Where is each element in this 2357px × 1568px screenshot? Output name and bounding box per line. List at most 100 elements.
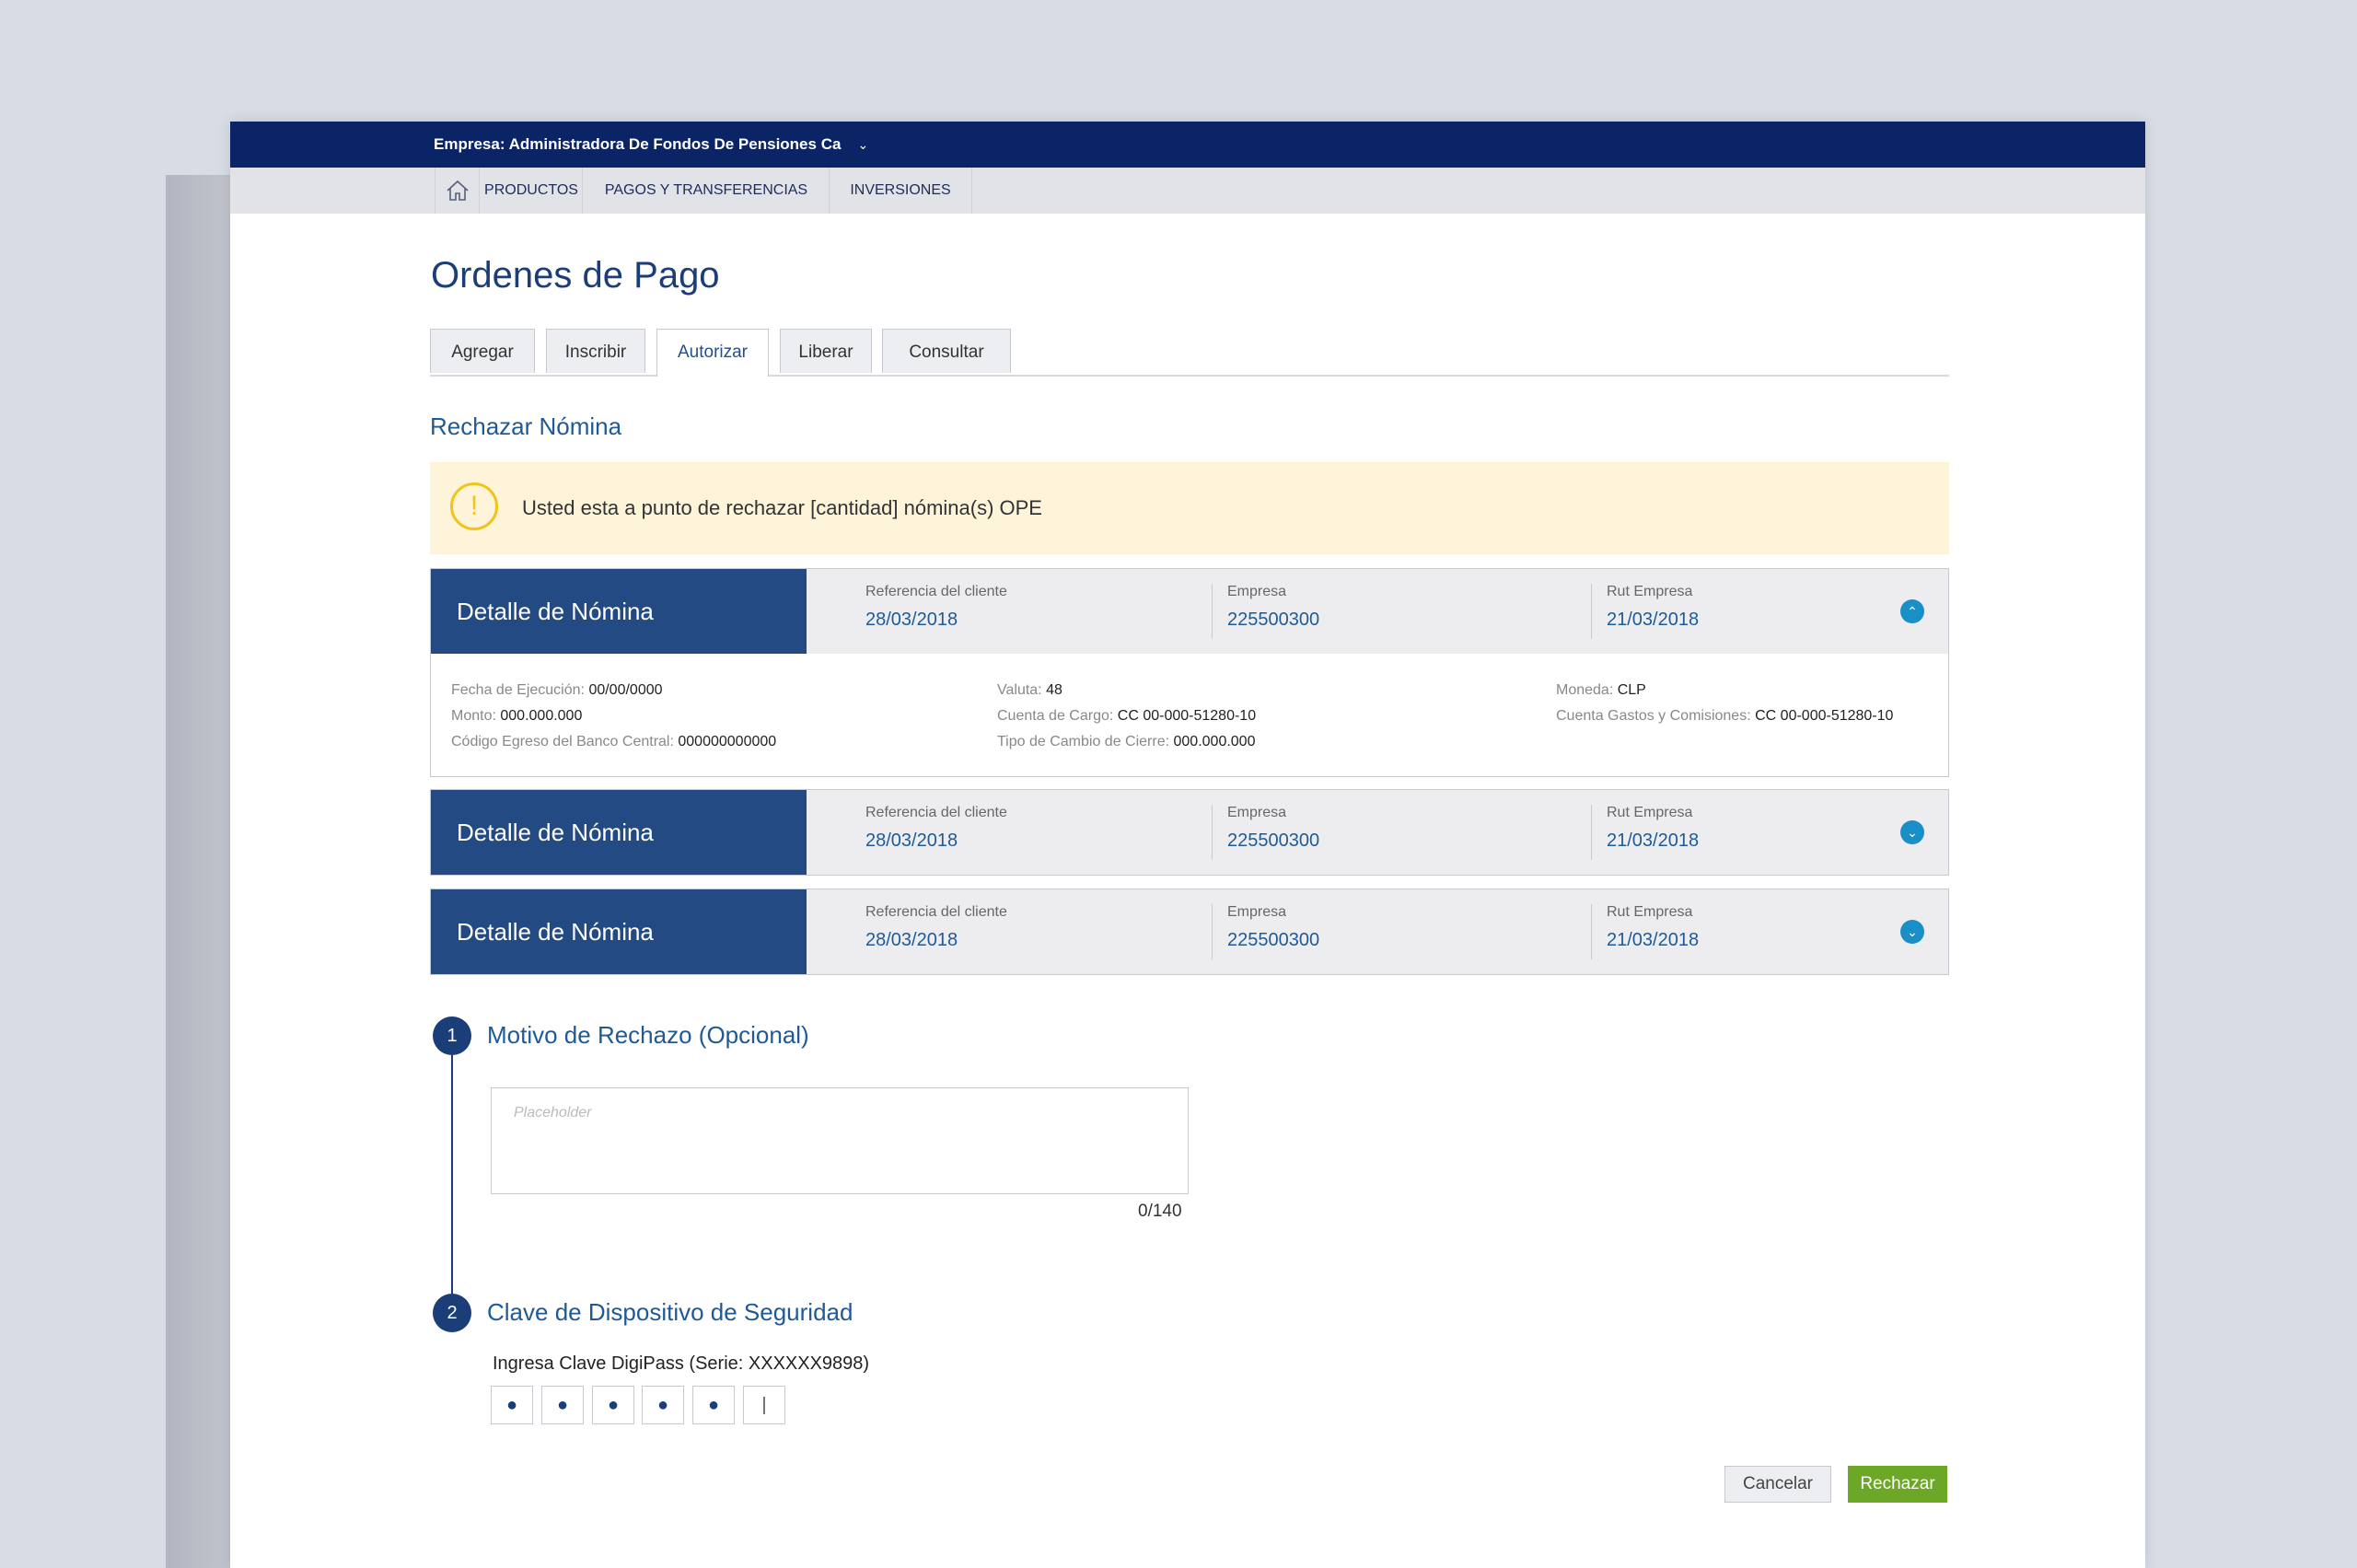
nomina-panel: Detalle de Nómina Referencia del cliente…	[430, 789, 1949, 876]
detail-value: 48	[1046, 682, 1062, 698]
nomina-panel: Detalle de Nómina Referencia del cliente…	[430, 568, 1949, 777]
empresa-value: 225500300	[1227, 610, 1320, 630]
detail-value: CC 00-000-51280-10	[1755, 708, 1894, 724]
pin-digit[interactable]: ●	[491, 1386, 533, 1424]
section-title: Rechazar Nómina	[430, 412, 622, 440]
tab-autorizar[interactable]: Autorizar	[656, 329, 769, 377]
detail-cuenta-gastos: Cuenta Gastos y Comisiones: CC 00-000-51…	[1556, 703, 1893, 729]
empresa-value: 225500300	[1227, 830, 1320, 851]
detail-fecha: Fecha de Ejecución: 00/00/0000	[451, 678, 776, 703]
detail-tipo-cambio: Tipo de Cambio de Cierre: 000.000.000	[997, 729, 1256, 755]
panel-header[interactable]: Detalle de Nómina Referencia del cliente…	[431, 569, 1948, 654]
ref-value: 28/03/2018	[865, 830, 958, 851]
detail-valuta: Valuta: 48	[997, 678, 1256, 703]
warning-text: Usted esta a punto de rechazar [cantidad…	[522, 496, 1042, 519]
detail-label: Cuenta de Cargo:	[997, 708, 1114, 724]
details-col-1: Fecha de Ejecución: 00/00/0000 Monto: 00…	[451, 678, 776, 755]
warning-banner: ! Usted esta a punto de rechazar [cantid…	[430, 462, 1949, 554]
detail-label: Valuta:	[997, 682, 1042, 698]
cancel-button[interactable]: Cancelar	[1724, 1466, 1831, 1503]
detail-moneda: Moneda: CLP	[1556, 678, 1893, 703]
rut-value: 21/03/2018	[1607, 830, 1700, 851]
ref-value: 28/03/2018	[865, 930, 958, 950]
company-selector[interactable]: Empresa: Administradora De Fondos De Pen…	[434, 122, 868, 168]
panel-title: Detalle de Nómina	[431, 569, 807, 654]
step-connector	[451, 1055, 453, 1296]
ref-label: Referencia del cliente	[865, 584, 1007, 599]
ref-cliente: Referencia del cliente 28/03/2018	[865, 584, 1007, 639]
panel-header[interactable]: Detalle de Nómina Referencia del cliente…	[431, 889, 1948, 974]
step-2-badge: 2	[433, 1294, 471, 1332]
detail-codigo: Código Egreso del Banco Central: 0000000…	[451, 729, 776, 755]
detail-value: CLP	[1617, 682, 1646, 698]
empresa-label: Empresa	[1227, 805, 1287, 820]
app-window: Empresa: Administradora De Fondos De Pen…	[230, 122, 2145, 1568]
empresa: Empresa 225500300	[1212, 805, 1319, 860]
ref-cliente: Referencia del cliente 28/03/2018	[865, 904, 1007, 959]
tab-agregar[interactable]: Agregar	[430, 329, 535, 373]
detail-label: Monto:	[451, 708, 496, 724]
ref-value: 28/03/2018	[865, 610, 958, 630]
home-icon[interactable]	[435, 168, 480, 214]
rut-value: 21/03/2018	[1607, 610, 1700, 630]
pin-digit[interactable]: ●	[642, 1386, 684, 1424]
nav-productos[interactable]: PRODUCTOS	[479, 168, 583, 214]
pin-digit[interactable]: ●	[592, 1386, 634, 1424]
digipass-label: Ingresa Clave DigiPass (Serie: XXXXXX989…	[493, 1353, 870, 1374]
details-col-3: Moneda: CLP Cuenta Gastos y Comisiones: …	[1556, 678, 1893, 729]
motivo-textarea[interactable]: Placeholder	[491, 1087, 1189, 1194]
detail-label: Fecha de Ejecución:	[451, 682, 585, 698]
chevron-down-icon[interactable]: ⌄	[1900, 920, 1924, 944]
detail-cuenta-cargo: Cuenta de Cargo: CC 00-000-51280-10	[997, 703, 1256, 729]
panel-title: Detalle de Nómina	[431, 790, 807, 875]
background-shadow	[166, 175, 239, 1568]
ref-label: Referencia del cliente	[865, 805, 1007, 820]
detail-label: Moneda:	[1556, 682, 1614, 698]
pin-digit[interactable]: ●	[541, 1386, 584, 1424]
detail-label: Código Egreso del Banco Central:	[451, 734, 674, 749]
company-label: Empresa: Administradora De Fondos De Pen…	[434, 135, 842, 153]
detail-value: 000.000.000	[1173, 734, 1256, 749]
empresa: Empresa 225500300	[1212, 904, 1319, 959]
rut-empresa: Rut Empresa 21/03/2018	[1591, 805, 1699, 860]
details-col-2: Valuta: 48 Cuenta de Cargo: CC 00-000-51…	[997, 678, 1256, 755]
reject-button[interactable]: Rechazar	[1848, 1466, 1947, 1503]
rut-label: Rut Empresa	[1607, 805, 1693, 820]
empresa-value: 225500300	[1227, 930, 1320, 950]
step-1-badge: 1	[433, 1016, 471, 1055]
detail-value: 000000000000	[678, 734, 777, 749]
rut-value: 21/03/2018	[1607, 930, 1700, 950]
detail-monto: Monto: 000.000.000	[451, 703, 776, 729]
tab-inscribir[interactable]: Inscribir	[546, 329, 645, 373]
pin-digit-active[interactable]: |	[743, 1386, 785, 1424]
empresa-label: Empresa	[1227, 584, 1287, 599]
detail-value: 000.000.000	[500, 708, 583, 724]
ref-label: Referencia del cliente	[865, 904, 1007, 920]
chevron-up-icon[interactable]: ⌃	[1900, 599, 1924, 623]
rut-label: Rut Empresa	[1607, 904, 1693, 920]
pin-digit[interactable]: ●	[692, 1386, 735, 1424]
panel-header[interactable]: Detalle de Nómina Referencia del cliente…	[431, 790, 1948, 875]
detail-value: 00/00/0000	[588, 682, 663, 698]
page-title: Ordenes de Pago	[431, 255, 720, 296]
panel-title: Detalle de Nómina	[431, 889, 807, 974]
chevron-down-icon[interactable]: ⌄	[1900, 820, 1924, 844]
detail-value: CC 00-000-51280-10	[1117, 708, 1257, 724]
detail-label: Tipo de Cambio de Cierre:	[997, 734, 1170, 749]
warning-icon: !	[450, 482, 498, 530]
tab-consultar[interactable]: Consultar	[882, 329, 1011, 373]
rut-empresa: Rut Empresa 21/03/2018	[1591, 904, 1699, 959]
empresa-label: Empresa	[1227, 904, 1287, 920]
char-counter: 0/140	[1138, 1202, 1182, 1221]
ref-cliente: Referencia del cliente 28/03/2018	[865, 805, 1007, 860]
main-nav: PRODUCTOS PAGOS Y TRANSFERENCIAS INVERSI…	[230, 168, 2145, 214]
chevron-down-icon: ⌄	[857, 137, 869, 152]
rut-empresa: Rut Empresa 21/03/2018	[1591, 584, 1699, 639]
nav-inversiones[interactable]: INVERSIONES	[829, 168, 972, 214]
tab-liberar[interactable]: Liberar	[780, 329, 872, 373]
empresa: Empresa 225500300	[1212, 584, 1319, 639]
panel-details: Fecha de Ejecución: 00/00/0000 Monto: 00…	[431, 654, 1948, 773]
nav-pagos-transferencias[interactable]: PAGOS Y TRANSFERENCIAS	[582, 168, 830, 214]
step-1-title: Motivo de Rechazo (Opcional)	[487, 1021, 809, 1049]
rut-label: Rut Empresa	[1607, 584, 1693, 599]
